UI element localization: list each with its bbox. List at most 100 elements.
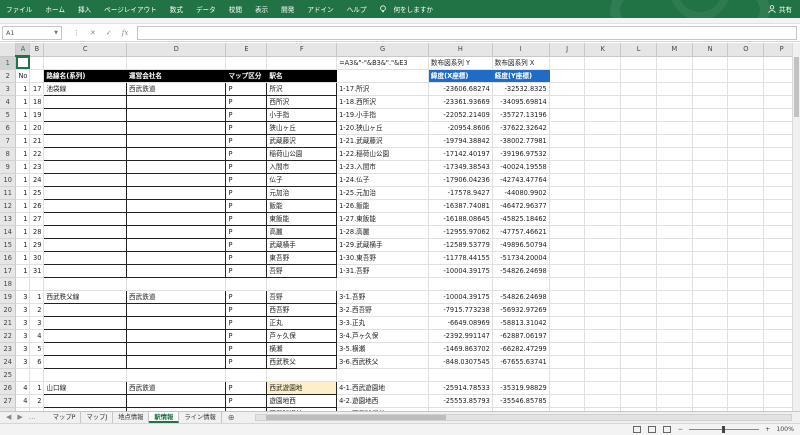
cell-c[interactable]: [43, 134, 128, 148]
cell-c[interactable]: [43, 160, 128, 174]
column-header-b[interactable]: B: [29, 43, 45, 57]
empty-cell[interactable]: [620, 186, 657, 200]
cell-f[interactable]: [266, 368, 338, 382]
cell-e[interactable]: P: [225, 264, 268, 278]
empty-cell[interactable]: [692, 290, 729, 304]
cell-i[interactable]: -38002.77981: [492, 134, 550, 148]
empty-cell[interactable]: [656, 212, 693, 226]
cell-e[interactable]: P: [225, 147, 268, 161]
cell-a[interactable]: No: [15, 69, 31, 83]
empty-cell[interactable]: [549, 290, 586, 304]
cell-d[interactable]: [126, 212, 227, 226]
cell-g[interactable]: 4-2.遊園地西: [336, 394, 429, 408]
empty-cell[interactable]: [620, 95, 657, 109]
cell-c[interactable]: [43, 212, 128, 226]
cell-e[interactable]: [225, 368, 268, 382]
cell-b[interactable]: 18: [29, 95, 45, 109]
cell-g[interactable]: 3-3.正丸: [336, 316, 429, 330]
empty-cell[interactable]: [549, 95, 586, 109]
empty-cell[interactable]: [584, 173, 622, 187]
cell-g[interactable]: [336, 277, 429, 291]
row-header[interactable]: 25: [0, 368, 17, 382]
cell-i[interactable]: -54826.24698: [492, 290, 550, 304]
empty-cell[interactable]: [584, 394, 622, 408]
cell-b[interactable]: 2: [29, 394, 45, 408]
empty-cell[interactable]: [549, 199, 586, 213]
cell-b[interactable]: 20: [29, 121, 45, 135]
cell-b[interactable]: 6: [29, 355, 45, 369]
cell-f[interactable]: 芦ヶ久保: [266, 329, 338, 343]
cell-i[interactable]: -35319.98829: [492, 381, 550, 395]
cell-d[interactable]: [126, 342, 227, 356]
empty-cell[interactable]: [727, 56, 765, 70]
column-header-f[interactable]: F: [266, 43, 338, 57]
cell-d[interactable]: [126, 56, 227, 70]
ribbon-tab[interactable]: データ: [196, 4, 216, 14]
ribbon-tab[interactable]: アドイン: [307, 4, 333, 14]
tab-prev-icon[interactable]: ◀: [6, 413, 11, 421]
cell-f[interactable]: 入間市: [266, 160, 338, 174]
sheet-tab[interactable]: ライン情報: [179, 412, 222, 423]
cell-e[interactable]: [225, 277, 268, 291]
empty-cell[interactable]: [727, 264, 765, 278]
cell-a[interactable]: 1: [15, 199, 31, 213]
cell-c[interactable]: [43, 342, 128, 356]
empty-cell[interactable]: [549, 342, 586, 356]
cell-h[interactable]: -10004.39175: [428, 264, 493, 278]
empty-cell[interactable]: [549, 212, 586, 226]
cell-e[interactable]: P: [225, 381, 268, 395]
cell-e[interactable]: P: [225, 238, 268, 252]
empty-cell[interactable]: [549, 277, 586, 291]
cell-a[interactable]: 1: [15, 95, 31, 109]
zoom-out-icon[interactable]: −: [678, 426, 683, 433]
cell-e[interactable]: P: [225, 82, 268, 96]
empty-cell[interactable]: [692, 173, 729, 187]
cell-i[interactable]: -42743.47764: [492, 173, 550, 187]
cell-i[interactable]: -51734.20004: [492, 251, 550, 265]
row-header[interactable]: 8: [0, 147, 17, 161]
empty-cell[interactable]: [549, 160, 586, 174]
empty-cell[interactable]: [656, 134, 693, 148]
scroll-thumb[interactable]: [794, 57, 799, 117]
row-header[interactable]: 15: [0, 238, 17, 252]
cell-f[interactable]: 横瀬: [266, 342, 338, 356]
cell-a[interactable]: 1: [15, 225, 31, 239]
cell-f[interactable]: 駅名: [266, 69, 338, 83]
empty-cell[interactable]: [692, 134, 729, 148]
cell-a[interactable]: 3: [15, 303, 31, 317]
cell-g[interactable]: 3-6.西武秩父: [336, 355, 429, 369]
cell-f[interactable]: 所沢: [266, 82, 338, 96]
empty-cell[interactable]: [692, 368, 729, 382]
empty-cell[interactable]: [584, 199, 622, 213]
cell-d[interactable]: [126, 251, 227, 265]
empty-cell[interactable]: [620, 264, 657, 278]
cell-a[interactable]: 3: [15, 290, 31, 304]
cell-a[interactable]: [15, 368, 31, 382]
cell-b[interactable]: 31: [29, 264, 45, 278]
empty-cell[interactable]: [584, 225, 622, 239]
empty-cell[interactable]: [549, 381, 586, 395]
row-header[interactable]: 2: [0, 69, 17, 83]
cell-g[interactable]: 1-19.小手指: [336, 108, 429, 122]
enter-icon[interactable]: ✓: [106, 29, 112, 37]
row-header[interactable]: 27: [0, 394, 17, 408]
cell-f[interactable]: 狭山ヶ丘: [266, 121, 338, 135]
add-sheet-icon[interactable]: ⊕: [222, 412, 241, 423]
cell-i[interactable]: 経度(Y座標): [492, 69, 550, 83]
cell-h[interactable]: -25553.85793: [428, 394, 493, 408]
cell-d[interactable]: [126, 160, 227, 174]
empty-cell[interactable]: [727, 173, 765, 187]
cell-i[interactable]: -58813.31042: [492, 316, 550, 330]
column-header-n[interactable]: N: [692, 43, 729, 57]
cell-i[interactable]: -46472.96377: [492, 199, 550, 213]
cell-h[interactable]: [428, 277, 493, 291]
row-header[interactable]: 7: [0, 134, 17, 148]
cell-a[interactable]: 3: [15, 316, 31, 330]
cell-a[interactable]: 1: [15, 134, 31, 148]
empty-cell[interactable]: [620, 160, 657, 174]
column-header-a[interactable]: A: [15, 43, 31, 57]
empty-cell[interactable]: [584, 186, 622, 200]
cell-g[interactable]: 1-20.狭山ヶ丘: [336, 121, 429, 135]
cell-h[interactable]: [428, 368, 493, 382]
tab-next-icon[interactable]: ▶: [17, 413, 22, 421]
